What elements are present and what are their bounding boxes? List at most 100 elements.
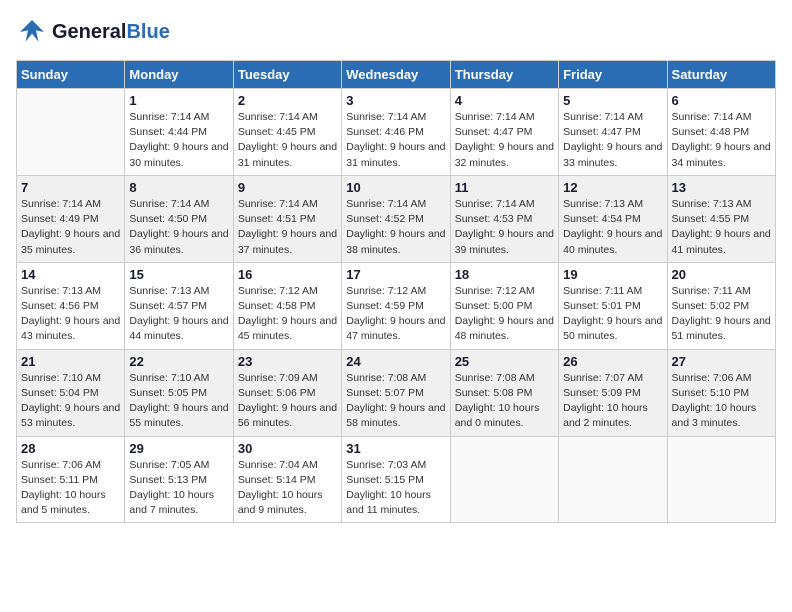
day-info: Sunrise: 7:14 AMSunset: 4:47 PMDaylight:… xyxy=(455,110,554,171)
calendar-cell: 28 Sunrise: 7:06 AMSunset: 5:11 PMDayligh… xyxy=(17,436,125,523)
calendar-cell: 20 Sunrise: 7:11 AMSunset: 5:02 PMDayligh… xyxy=(667,262,775,349)
day-info: Sunrise: 7:14 AMSunset: 4:49 PMDaylight:… xyxy=(21,197,120,258)
day-number: 19 xyxy=(563,267,662,282)
day-info: Sunrise: 7:08 AMSunset: 5:07 PMDaylight:… xyxy=(346,371,445,432)
calendar-week-row: 28 Sunrise: 7:06 AMSunset: 5:11 PMDayligh… xyxy=(17,436,776,523)
day-info: Sunrise: 7:14 AMSunset: 4:45 PMDaylight:… xyxy=(238,110,337,171)
calendar-cell: 26 Sunrise: 7:07 AMSunset: 5:09 PMDayligh… xyxy=(559,349,667,436)
day-number: 21 xyxy=(21,354,120,369)
calendar-cell: 16Sunrise: 7:12 AMSunset: 4:58 PMDayligh… xyxy=(233,262,341,349)
day-number: 20 xyxy=(672,267,771,282)
day-info: Sunrise: 7:05 AMSunset: 5:13 PMDaylight:… xyxy=(129,458,228,519)
logo: GeneralBlue xyxy=(16,16,170,48)
day-number: 7 xyxy=(21,180,120,195)
weekday-header: Thursday xyxy=(450,61,558,89)
day-number: 14 xyxy=(21,267,120,282)
day-number: 9 xyxy=(238,180,337,195)
day-info: Sunrise: 7:11 AMSunset: 5:01 PMDaylight:… xyxy=(563,284,662,345)
day-info: Sunrise: 7:10 AMSunset: 5:05 PMDaylight:… xyxy=(129,371,228,432)
day-info: Sunrise: 7:14 AMSunset: 4:46 PMDaylight:… xyxy=(346,110,445,171)
day-number: 27 xyxy=(672,354,771,369)
day-number: 3 xyxy=(346,93,445,108)
day-number: 1 xyxy=(129,93,228,108)
calendar-header-row: SundayMondayTuesdayWednesdayThursdayFrid… xyxy=(17,61,776,89)
calendar-cell: 12 Sunrise: 7:13 AMSunset: 4:54 PMDayligh… xyxy=(559,175,667,262)
day-info: Sunrise: 7:10 AMSunset: 5:04 PMDaylight:… xyxy=(21,371,120,432)
day-number: 31 xyxy=(346,441,445,456)
calendar-cell: 25 Sunrise: 7:08 AMSunset: 5:08 PMDayligh… xyxy=(450,349,558,436)
day-info: Sunrise: 7:14 AMSunset: 4:51 PMDaylight:… xyxy=(238,197,337,258)
day-number: 22 xyxy=(129,354,228,369)
day-info: Sunrise: 7:06 AMSunset: 5:11 PMDaylight:… xyxy=(21,458,120,519)
calendar-week-row: 1 Sunrise: 7:14 AMSunset: 4:44 PMDaylight… xyxy=(17,89,776,176)
weekday-header: Wednesday xyxy=(342,61,450,89)
calendar-cell: 21 Sunrise: 7:10 AMSunset: 5:04 PMDayligh… xyxy=(17,349,125,436)
day-info: Sunrise: 7:07 AMSunset: 5:09 PMDaylight:… xyxy=(563,371,662,432)
day-info: Sunrise: 7:12 AMSunset: 4:59 PMDaylight:… xyxy=(346,284,445,345)
calendar-cell xyxy=(17,89,125,176)
logo-blue: Blue xyxy=(126,21,169,43)
day-number: 15 xyxy=(129,267,228,282)
day-number: 4 xyxy=(455,93,554,108)
day-number: 17 xyxy=(346,267,445,282)
day-number: 12 xyxy=(563,180,662,195)
calendar-cell: 23Sunrise: 7:09 AMSunset: 5:06 PMDayligh… xyxy=(233,349,341,436)
weekday-header: Sunday xyxy=(17,61,125,89)
logo-general: General xyxy=(52,21,126,43)
day-number: 28 xyxy=(21,441,120,456)
day-number: 29 xyxy=(129,441,228,456)
day-info: Sunrise: 7:13 AMSunset: 4:56 PMDaylight:… xyxy=(21,284,120,345)
day-info: Sunrise: 7:14 AMSunset: 4:47 PMDaylight:… xyxy=(563,110,662,171)
calendar-cell: 3 Sunrise: 7:14 AMSunset: 4:46 PMDaylight… xyxy=(342,89,450,176)
calendar-cell: 1 Sunrise: 7:14 AMSunset: 4:44 PMDaylight… xyxy=(125,89,233,176)
logo-bird-icon xyxy=(16,16,48,48)
day-number: 5 xyxy=(563,93,662,108)
calendar-cell: 30 Sunrise: 7:04 AMSunset: 5:14 PMDayligh… xyxy=(233,436,341,523)
page-header: GeneralBlue xyxy=(16,16,776,48)
calendar-cell: 31 Sunrise: 7:03 AMSunset: 5:15 PMDayligh… xyxy=(342,436,450,523)
day-info: Sunrise: 7:14 AMSunset: 4:50 PMDaylight:… xyxy=(129,197,228,258)
day-info: Sunrise: 7:13 AMSunset: 4:55 PMDaylight:… xyxy=(672,197,771,258)
day-number: 30 xyxy=(238,441,337,456)
calendar-cell: 22 Sunrise: 7:10 AMSunset: 5:05 PMDayligh… xyxy=(125,349,233,436)
calendar-cell: 19 Sunrise: 7:11 AMSunset: 5:01 PMDayligh… xyxy=(559,262,667,349)
calendar-cell: 11 Sunrise: 7:14 AMSunset: 4:53 PMDayligh… xyxy=(450,175,558,262)
day-info: Sunrise: 7:13 AMSunset: 4:54 PMDaylight:… xyxy=(563,197,662,258)
day-number: 23 xyxy=(238,354,337,369)
day-number: 25 xyxy=(455,354,554,369)
calendar-cell xyxy=(667,436,775,523)
day-info: Sunrise: 7:14 AMSunset: 4:44 PMDaylight:… xyxy=(129,110,228,171)
calendar-cell: 7 Sunrise: 7:14 AMSunset: 4:49 PMDaylight… xyxy=(17,175,125,262)
calendar-week-row: 21 Sunrise: 7:10 AMSunset: 5:04 PMDayligh… xyxy=(17,349,776,436)
calendar-cell: 2 Sunrise: 7:14 AMSunset: 4:45 PMDaylight… xyxy=(233,89,341,176)
day-info: Sunrise: 7:08 AMSunset: 5:08 PMDaylight:… xyxy=(455,371,554,432)
day-number: 2 xyxy=(238,93,337,108)
calendar-cell: 24 Sunrise: 7:08 AMSunset: 5:07 PMDayligh… xyxy=(342,349,450,436)
day-number: 16 xyxy=(238,267,337,282)
calendar-cell: 6 Sunrise: 7:14 AMSunset: 4:48 PMDaylight… xyxy=(667,89,775,176)
day-info: Sunrise: 7:14 AMSunset: 4:53 PMDaylight:… xyxy=(455,197,554,258)
day-info: Sunrise: 7:12 AMSunset: 5:00 PMDaylight:… xyxy=(455,284,554,345)
day-info: Sunrise: 7:03 AMSunset: 5:15 PMDaylight:… xyxy=(346,458,445,519)
weekday-header: Tuesday xyxy=(233,61,341,89)
calendar-cell xyxy=(559,436,667,523)
day-number: 11 xyxy=(455,180,554,195)
day-info: Sunrise: 7:04 AMSunset: 5:14 PMDaylight:… xyxy=(238,458,337,519)
day-number: 8 xyxy=(129,180,228,195)
day-number: 6 xyxy=(672,93,771,108)
calendar-cell xyxy=(450,436,558,523)
day-info: Sunrise: 7:14 AMSunset: 4:48 PMDaylight:… xyxy=(672,110,771,171)
calendar-week-row: 14 Sunrise: 7:13 AMSunset: 4:56 PMDayligh… xyxy=(17,262,776,349)
day-info: Sunrise: 7:14 AMSunset: 4:52 PMDaylight:… xyxy=(346,197,445,258)
calendar-cell: 8 Sunrise: 7:14 AMSunset: 4:50 PMDaylight… xyxy=(125,175,233,262)
day-number: 24 xyxy=(346,354,445,369)
calendar-cell: 15Sunrise: 7:13 AMSunset: 4:57 PMDayligh… xyxy=(125,262,233,349)
calendar-cell: 4 Sunrise: 7:14 AMSunset: 4:47 PMDaylight… xyxy=(450,89,558,176)
weekday-header: Saturday xyxy=(667,61,775,89)
day-info: Sunrise: 7:11 AMSunset: 5:02 PMDaylight:… xyxy=(672,284,771,345)
day-number: 26 xyxy=(563,354,662,369)
day-info: Sunrise: 7:06 AMSunset: 5:10 PMDaylight:… xyxy=(672,371,771,432)
day-number: 10 xyxy=(346,180,445,195)
calendar-cell: 18Sunrise: 7:12 AMSunset: 5:00 PMDayligh… xyxy=(450,262,558,349)
calendar-cell: 14 Sunrise: 7:13 AMSunset: 4:56 PMDayligh… xyxy=(17,262,125,349)
